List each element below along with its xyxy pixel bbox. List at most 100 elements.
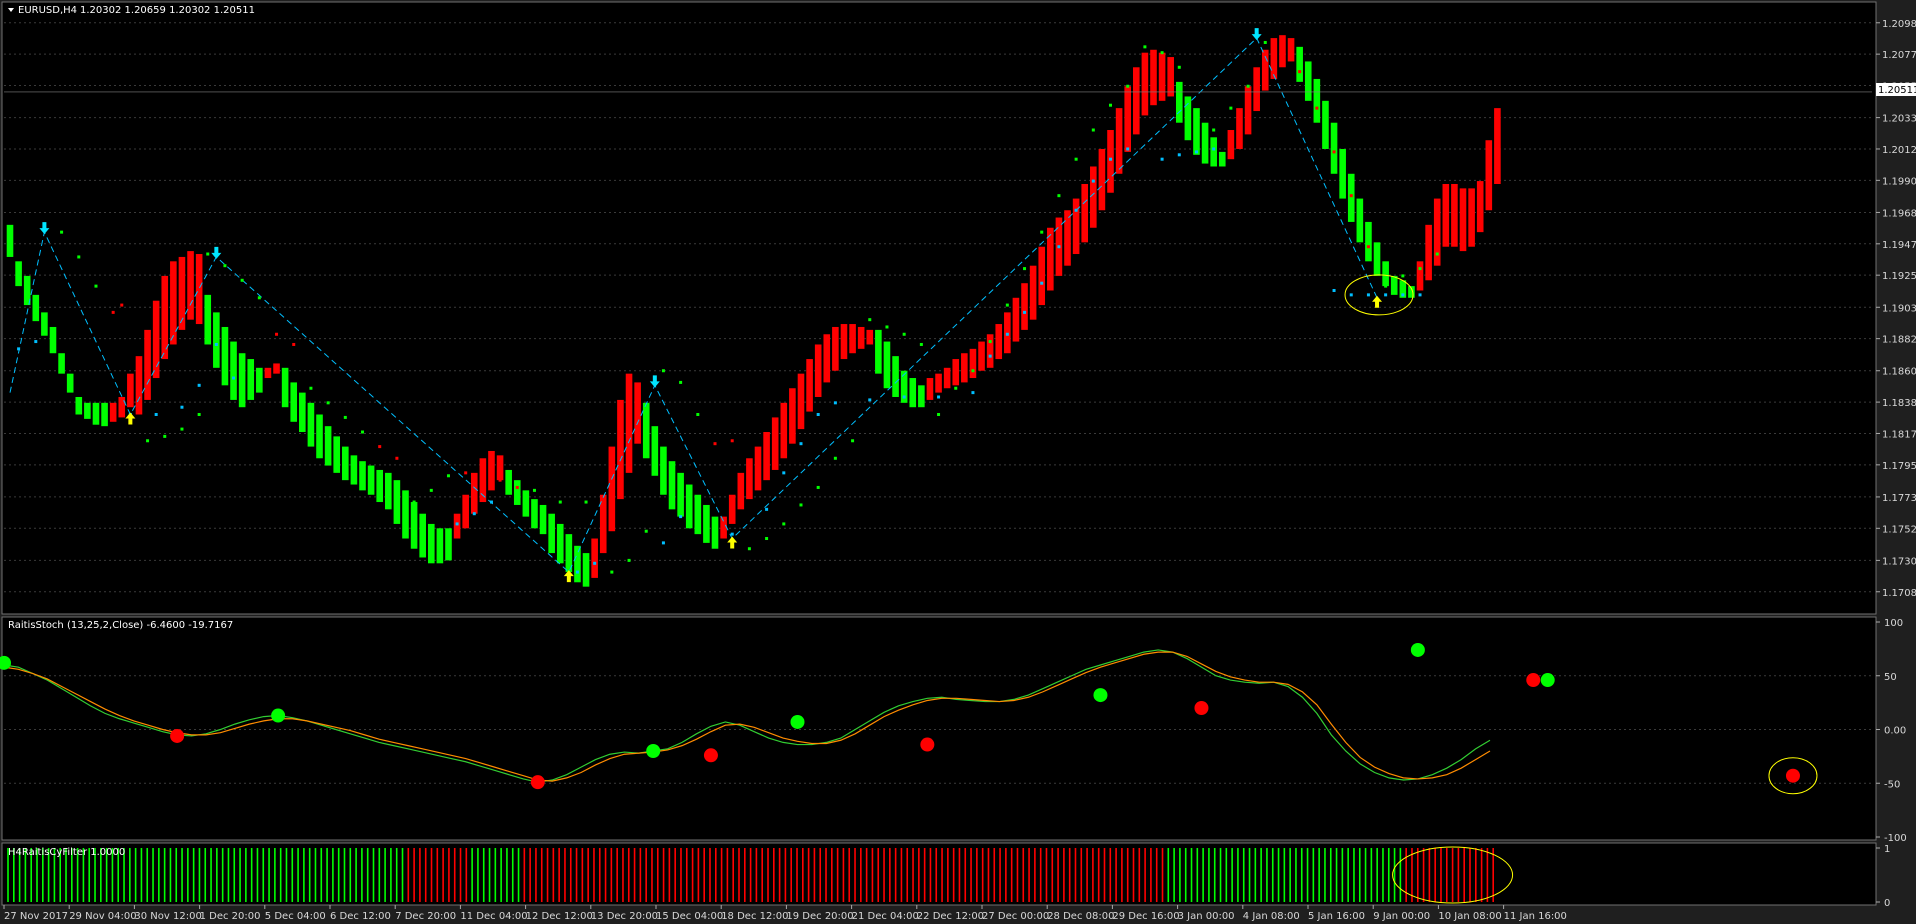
- sar-dot: [1315, 106, 1319, 110]
- support-dot: [1040, 281, 1044, 285]
- support-dot: [730, 532, 734, 536]
- price-bar: [1150, 49, 1157, 106]
- price-tick-label: 1.19685: [1882, 208, 1916, 219]
- price-bar: [1365, 221, 1372, 262]
- support-dot: [472, 512, 476, 516]
- oscillator-pane[interactable]: [1, 616, 1877, 841]
- price-tick-label: 1.18820: [1882, 335, 1916, 346]
- support-dot: [575, 570, 579, 574]
- time-tick-label: 30 Nov 12:00: [134, 911, 201, 922]
- sar-dot: [1005, 303, 1009, 307]
- sar-dot: [713, 442, 717, 446]
- price-bar: [591, 538, 598, 578]
- support-dot: [154, 413, 158, 417]
- price-bar: [892, 356, 899, 397]
- price-tick-label: 1.20770: [1882, 50, 1916, 61]
- price-bar: [1261, 49, 1269, 91]
- sar-dot: [1143, 45, 1147, 49]
- price-bar: [943, 367, 951, 389]
- price-bar: [66, 373, 74, 393]
- price-bar: [1124, 86, 1131, 152]
- price-bar: [1038, 246, 1046, 306]
- sar-dot: [988, 340, 992, 344]
- price-bar: [488, 450, 495, 491]
- sar-dot: [94, 284, 98, 288]
- support-dot: [799, 442, 803, 446]
- price-bar: [195, 254, 203, 325]
- price-bar: [754, 446, 762, 491]
- price-bar: [771, 417, 779, 470]
- support-dot: [1332, 288, 1336, 292]
- sar-dot: [730, 439, 734, 443]
- support-dot: [1401, 293, 1405, 297]
- price-bar: [1201, 122, 1209, 164]
- support-dot: [1126, 147, 1130, 151]
- support-dot: [180, 405, 184, 409]
- price-bar: [1485, 140, 1493, 211]
- price-bar: [453, 513, 461, 539]
- support-dot: [1194, 150, 1198, 154]
- ohlc-readout: 1.20302 1.20659 1.20302 1.20511: [80, 5, 255, 16]
- time-tick-label: 27 Nov 2017: [4, 911, 68, 922]
- sar-dot: [1074, 157, 1078, 161]
- price-bar: [1476, 181, 1484, 233]
- filter-pane[interactable]: [1, 842, 1877, 906]
- price-bar: [642, 402, 650, 459]
- support-dot: [816, 413, 820, 417]
- price-bar: [711, 516, 719, 549]
- price-bar: [462, 494, 469, 529]
- price-bar: [470, 472, 478, 514]
- signal-dot: [920, 737, 935, 752]
- sar-dot: [1418, 267, 1422, 271]
- price-bar: [92, 402, 100, 425]
- sar-dot: [799, 503, 803, 507]
- signal-dot: [1785, 768, 1800, 783]
- sar-dot: [163, 434, 167, 438]
- filter-tick-label: 1: [1884, 844, 1890, 855]
- price-bar: [58, 353, 65, 374]
- price-bar: [952, 359, 960, 386]
- price-tick-label: 1.20120: [1882, 145, 1916, 156]
- price-bar: [445, 528, 452, 561]
- sar-dot: [919, 342, 923, 346]
- sar-dot: [661, 369, 665, 373]
- support-dot: [1057, 245, 1061, 249]
- sar-dot: [782, 522, 786, 526]
- price-bar: [746, 458, 753, 500]
- price-bar: [1193, 108, 1200, 155]
- price-bar: [393, 480, 401, 524]
- sar-dot: [498, 478, 502, 482]
- price-bar: [961, 353, 968, 383]
- price-bar: [1339, 148, 1346, 199]
- filter-tick-label: 0: [1884, 898, 1890, 909]
- price-bar: [677, 472, 684, 517]
- sar-dot: [1229, 106, 1233, 110]
- price-bar: [230, 341, 237, 400]
- support-dot: [489, 500, 493, 504]
- sar-dot: [679, 380, 683, 384]
- time-tick-label: 9 Jan 00:00: [1373, 911, 1430, 922]
- support-dot: [1091, 179, 1095, 183]
- price-bar: [1115, 108, 1123, 174]
- price-tick-label: 1.17735: [1882, 493, 1916, 504]
- price-bar: [1494, 108, 1501, 184]
- support-dot: [1418, 293, 1422, 297]
- price-bar: [857, 326, 865, 349]
- price-bar: [806, 359, 813, 412]
- price-bar: [213, 312, 220, 368]
- time-tick-label: 3 Jan 00:00: [1178, 911, 1235, 922]
- price-bar: [995, 324, 1003, 360]
- price-bar: [505, 469, 512, 495]
- price-bar: [376, 469, 383, 503]
- sar-dot: [1212, 128, 1216, 132]
- price-bar: [101, 402, 108, 427]
- support-dot: [197, 383, 201, 387]
- signal-dot: [703, 748, 718, 763]
- sar-dot: [481, 474, 485, 478]
- sar-dot: [343, 415, 347, 419]
- price-bar: [281, 367, 289, 408]
- price-bar: [608, 446, 616, 532]
- price-bar: [625, 373, 633, 473]
- main-price-pane[interactable]: [1, 1, 1877, 615]
- price-bar: [780, 402, 788, 459]
